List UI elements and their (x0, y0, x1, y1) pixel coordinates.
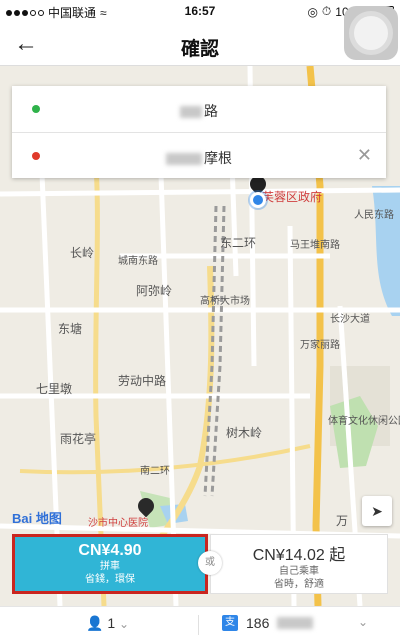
map-label-laodong: 劳动中路 (118, 374, 167, 388)
route-card: 路 摩根 ✕ (12, 86, 386, 178)
map-label-yuhua: 雨花亭 (60, 432, 97, 446)
bottom-bar: 👤 1 ⌄ 支 186 ⌄ (0, 606, 400, 641)
pickup-address: 路 (12, 101, 386, 121)
alarm-icon: ⏱ (321, 4, 332, 18)
map-label-maanshan: 马王堆南路 (290, 240, 340, 251)
current-location-icon (250, 192, 266, 208)
status-bar: 中国联通 ≈ 16:57 ◎ ⏱ 100% (0, 0, 400, 22)
map-label-dongtang: 东塘 (58, 322, 83, 336)
map-label-gaoqiao: 高桥大市场 (200, 296, 250, 307)
dropoff-row[interactable]: 摩根 ✕ (12, 132, 386, 178)
or-badge: 或 (198, 551, 222, 575)
pool-option-button[interactable]: CN¥4.90 拼車 省錢，環保 (12, 534, 208, 594)
seat-count: 1 (107, 615, 116, 631)
map-label-changling: 长岭 (70, 246, 95, 260)
phone-number-masked (277, 617, 314, 629)
pickup-row[interactable]: 路 (12, 86, 386, 132)
map-label-qilidun: 七里墩 (36, 382, 73, 396)
nav-bar: ← 確認 (0, 22, 400, 66)
map-label-chengnan: 城南东路 (118, 256, 158, 267)
map-label-furong: 芙蓉区政府 (262, 190, 323, 204)
clear-destination-icon[interactable]: ✕ (357, 145, 372, 166)
pool-name: 拼車 (100, 561, 120, 572)
assistive-touch-button[interactable] (344, 6, 398, 60)
navigation-arrow-icon: ➤ (371, 502, 383, 519)
pickup-address-text: 路 (204, 103, 218, 119)
map-label-wan: 万 (336, 514, 349, 528)
dropoff-address: 摩根 (12, 148, 386, 168)
page-title: 確認 (180, 39, 219, 60)
map-label-changsha-ave: 长沙大道 (330, 314, 370, 325)
ride-options: CN¥4.90 拼車 省錢，環保 或 CN¥14.02 起 自己乘車 省時，舒適 (12, 534, 388, 594)
map-label-hospital: 沙市中心医院 (88, 518, 148, 529)
divider (198, 615, 199, 635)
seat-count-selector[interactable]: 👤 1 ⌄ (86, 615, 129, 632)
phone-number: 186 (246, 615, 270, 631)
map-provider-logo: Bai 地图 (12, 511, 62, 526)
pool-price: CN¥4.90 (78, 542, 142, 559)
solo-option-button[interactable]: CN¥14.02 起 自己乘車 省時，舒適 (210, 534, 388, 594)
payment-chevron-icon: ⌄ (358, 615, 369, 629)
map-label-dongerhuan: 东二环 (220, 236, 257, 250)
payment-selector[interactable]: 支 186 (222, 615, 315, 631)
alipay-icon: 支 (222, 615, 238, 631)
map-label-shumuling: 树木岭 (226, 426, 263, 440)
person-icon: 👤 (86, 615, 104, 631)
map-label-amiling: 阿弥岭 (136, 284, 173, 298)
pool-desc: 省錢，環保 (85, 574, 135, 585)
solo-name: 自己乘車 (279, 566, 319, 577)
chevron-down-icon: ⌄ (119, 617, 130, 631)
map-label-wanjiali: 万家丽路 (300, 340, 340, 351)
locate-me-button[interactable]: ➤ (362, 496, 392, 526)
location-status-icon: ◎ (307, 4, 318, 19)
solo-price: CN¥14.02 起 (252, 547, 346, 564)
map-label-tiyu: 体育文化休闲公园 (328, 416, 400, 427)
solo-desc: 省時，舒適 (274, 579, 324, 590)
map-label-nanerhuan: 南二环 (140, 466, 170, 477)
map-label-renmin: 人民东路 (354, 210, 394, 221)
dropoff-address-text: 摩根 (204, 150, 232, 166)
